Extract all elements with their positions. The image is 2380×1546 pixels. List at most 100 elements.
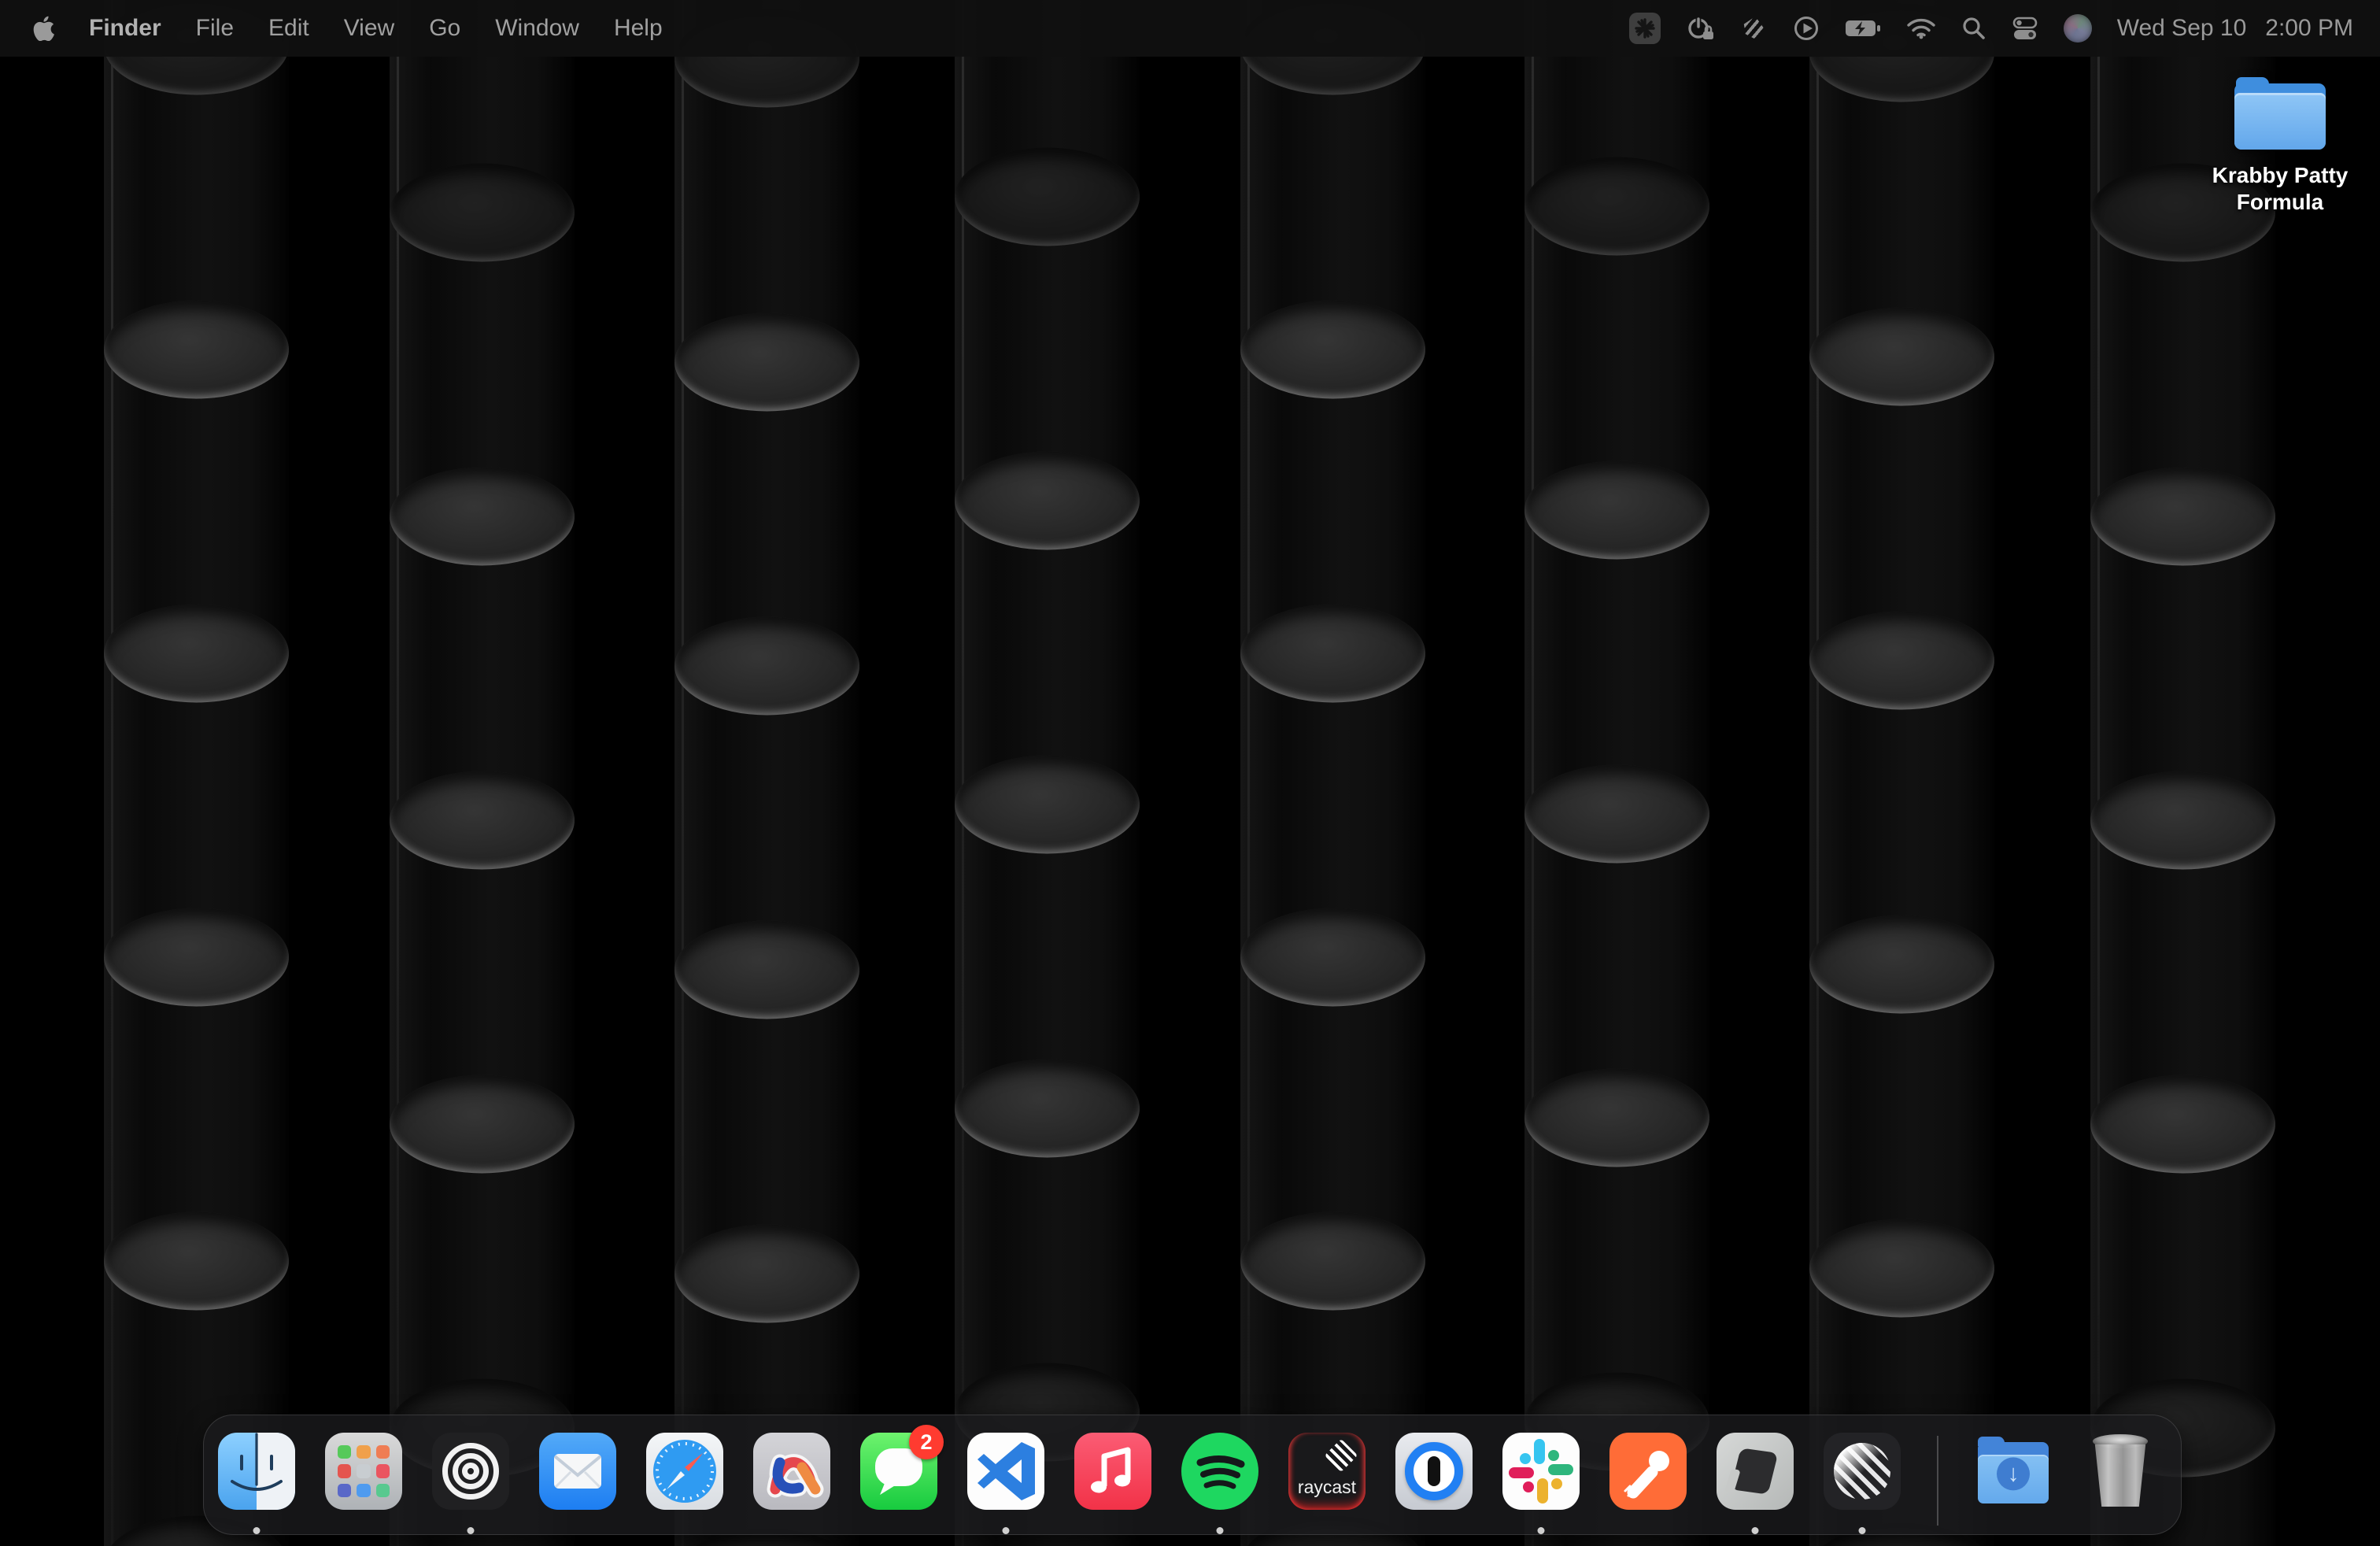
striped-tag-icon[interactable] xyxy=(1741,17,1768,40)
menu-item-window[interactable]: Window xyxy=(495,15,579,42)
download-arrow-icon: ↓ xyxy=(1997,1457,2030,1490)
wallpaper-cylinder-cap xyxy=(1240,301,1425,399)
dock-app-vscode[interactable] xyxy=(967,1433,1044,1510)
wallpaper-cylinder-cap xyxy=(390,1075,575,1174)
wallpaper-cylinder-cap xyxy=(674,921,859,1019)
wallpaper-cylinder-cap xyxy=(104,908,289,1007)
clock-date: Wed Sep 10 xyxy=(2117,15,2247,42)
menu-item-go[interactable]: Go xyxy=(429,15,460,42)
menu-item-file[interactable]: File xyxy=(196,15,234,42)
dock-app-mail[interactable] xyxy=(539,1433,616,1510)
wallpaper-cylinder-cap xyxy=(955,452,1140,550)
wallpaper-cylinder-column xyxy=(1809,0,1994,1546)
wallpaper-cylinder-cap xyxy=(955,756,1140,854)
starburst-app-icon[interactable] xyxy=(1629,13,1661,44)
dock-app-arc[interactable] xyxy=(753,1433,830,1510)
running-indicator xyxy=(1859,1527,1866,1534)
arc-browser-icon xyxy=(753,1433,830,1510)
safari-icon xyxy=(646,1433,723,1510)
vscode-icon xyxy=(967,1433,1044,1510)
apple-music-icon xyxy=(1074,1433,1151,1510)
dock-app-striped-sphere[interactable] xyxy=(1824,1433,1901,1510)
dock-app-spotify[interactable] xyxy=(1181,1433,1258,1510)
play-circle-icon[interactable] xyxy=(1793,15,1820,42)
dock-app-messages[interactable]: 2 xyxy=(860,1433,937,1510)
folder-icon xyxy=(2232,76,2328,154)
dock-app-tilted-panel[interactable] xyxy=(1717,1433,1794,1510)
wallpaper-cylinder-column xyxy=(955,0,1140,1546)
clock-time: 2:00 PM xyxy=(2265,15,2353,42)
dock-app-raycast[interactable]: raycast xyxy=(1288,1433,1366,1510)
wallpaper-cylinder-cap xyxy=(1240,1212,1425,1311)
notification-badge: 2 xyxy=(909,1425,944,1459)
wallpaper-cylinder-cap xyxy=(955,148,1140,246)
wifi-icon[interactable] xyxy=(1906,17,1936,39)
dock-app-safari[interactable] xyxy=(646,1433,723,1510)
dock-app-finder[interactable] xyxy=(218,1433,295,1510)
wallpaper-cylinder-cap xyxy=(104,605,289,703)
running-indicator xyxy=(1003,1527,1010,1534)
running-indicator xyxy=(468,1527,475,1534)
wallpaper-cylinder-cap xyxy=(1524,1069,1709,1167)
dock-app-launchpad[interactable] xyxy=(325,1433,402,1510)
dock-app-postman[interactable] xyxy=(1609,1433,1687,1510)
slack-icon xyxy=(1502,1433,1580,1510)
finder-icon xyxy=(218,1433,295,1510)
dock-divider xyxy=(1937,1436,1938,1526)
wallpaper-cylinder-column xyxy=(1524,0,1709,1546)
menu-bar: Finder File Edit View Go Window Help xyxy=(0,0,2380,57)
launchpad-icon xyxy=(325,1433,402,1510)
menu-item-help[interactable]: Help xyxy=(614,15,663,42)
raycast-icon: raycast xyxy=(1288,1433,1366,1510)
target-rings-icon xyxy=(432,1433,509,1510)
menu-app-name[interactable]: Finder xyxy=(89,15,161,42)
running-indicator xyxy=(1217,1527,1224,1534)
power-lock-icon[interactable] xyxy=(1686,14,1716,43)
mail-icon xyxy=(539,1433,616,1510)
wallpaper-cylinder-cap xyxy=(390,468,575,566)
menu-bar-clock[interactable]: Wed Sep 10 2:00 PM xyxy=(2117,15,2353,42)
desktop: Finder File Edit View Go Window Help xyxy=(0,0,2380,1546)
dock-app-rings[interactable] xyxy=(432,1433,509,1510)
wallpaper-cylinder-cap xyxy=(1809,915,1994,1014)
trash-icon xyxy=(2082,1433,2159,1510)
wallpaper-cylinder-column xyxy=(1240,0,1425,1546)
wallpaper-cylinder-column xyxy=(674,0,859,1546)
wallpaper-cylinder-cap xyxy=(390,771,575,870)
dock-app-slack[interactable] xyxy=(1502,1433,1580,1510)
wallpaper-cylinder-cap xyxy=(104,301,289,399)
wallpaper-cylinder-cap xyxy=(390,164,575,262)
dock-app-music[interactable] xyxy=(1074,1433,1151,1510)
wallpaper-cylinder-cap xyxy=(674,313,859,412)
desktop-folder-krabby-patty[interactable]: Krabby Patty Formula xyxy=(2201,76,2359,216)
wallpaper-cylinder-cap xyxy=(674,1225,859,1323)
menu-item-edit[interactable]: Edit xyxy=(268,15,309,42)
battery-charging-icon[interactable] xyxy=(1845,19,1881,38)
wallpaper-cylinder-cap xyxy=(674,617,859,716)
wallpaper-cylinder-cap xyxy=(1240,908,1425,1007)
spotlight-search-icon[interactable] xyxy=(1961,16,1986,41)
downloads-folder-icon: ↓ xyxy=(1975,1433,2052,1510)
wallpaper-cylinder-cap xyxy=(1524,461,1709,560)
wallpaper-cylinder-cap xyxy=(1809,1219,1994,1318)
menu-item-view[interactable]: View xyxy=(344,15,394,42)
dock: 2 xyxy=(203,1415,2182,1535)
wallpaper-cylinder-cap xyxy=(955,1060,1140,1158)
wallpaper-cylinder-column xyxy=(390,0,575,1546)
raycast-logo-icon xyxy=(1325,1439,1358,1472)
dock-trash[interactable] xyxy=(2082,1433,2159,1510)
wallpaper-cylinder-cap xyxy=(2090,1075,2275,1174)
siri-icon[interactable] xyxy=(2064,14,2092,43)
control-center-icon[interactable] xyxy=(2012,15,2038,42)
dock-app-1password[interactable] xyxy=(1395,1433,1473,1510)
dock-downloads-folder[interactable]: ↓ xyxy=(1975,1433,2052,1510)
apple-logo-icon xyxy=(33,16,54,41)
apple-menu[interactable] xyxy=(33,16,54,41)
running-indicator xyxy=(1752,1527,1759,1534)
wallpaper xyxy=(0,0,2380,1546)
wallpaper-cylinder-column xyxy=(2090,0,2275,1546)
wallpaper-cylinder-cap xyxy=(2090,468,2275,566)
wallpaper-cylinder-cap xyxy=(2090,771,2275,870)
spotify-icon xyxy=(1181,1433,1258,1510)
wallpaper-cylinder-cap xyxy=(1524,765,1709,864)
